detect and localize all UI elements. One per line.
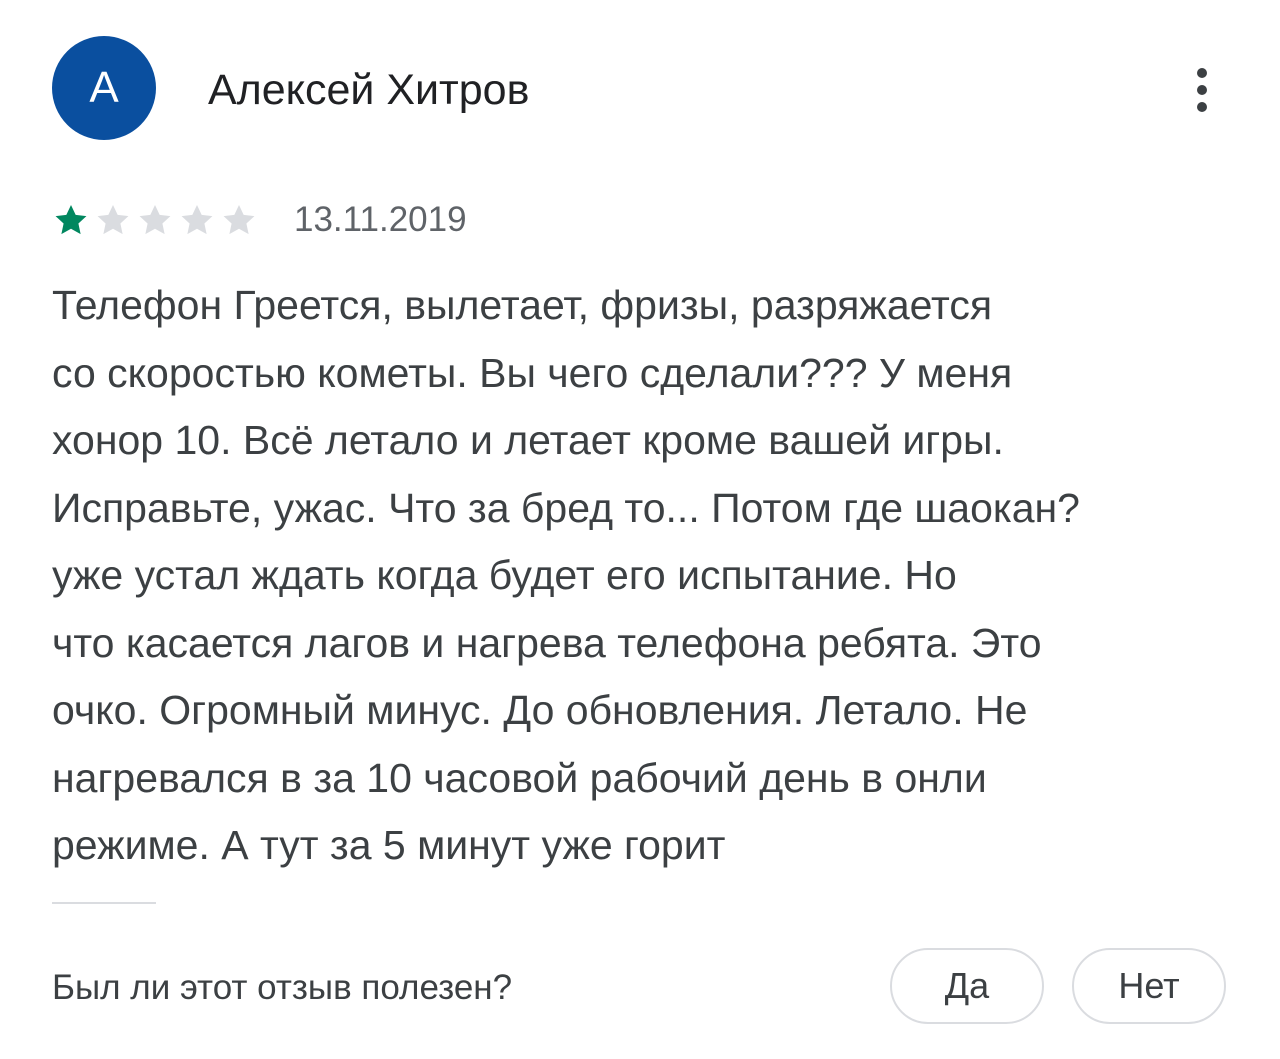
review-text-line: очко. Огромный минус. До обновления. Лет…: [52, 687, 1028, 733]
review-card: А Алексей Хитров 13.11.2019 Телефон Грее…: [0, 0, 1280, 1059]
review-text: Телефон Греется, вылетает, фризы, разряж…: [52, 272, 1242, 880]
avatar: А: [52, 36, 156, 140]
star-empty-icon: [94, 201, 132, 239]
helpful-yes-button[interactable]: Да: [890, 948, 1044, 1024]
author-name: Алексей Хитров: [208, 66, 530, 114]
review-text-line: что касается лагов и нагрева телефона ре…: [52, 619, 1042, 666]
helpful-question: Был ли этот отзыв полезен?: [52, 968, 513, 1007]
star-filled-icon: [52, 201, 90, 239]
divider: [52, 902, 156, 904]
star-empty-icon: [178, 201, 216, 239]
review-text-line: уже устал ждать когда будет его испытани…: [52, 552, 957, 598]
avatar-letter: А: [89, 63, 119, 112]
review-text-line: Телефон Греется, вылетает, фризы, разряж…: [52, 282, 993, 328]
review-text-line: хонор 10. Всё летало и летает кроме ваше…: [52, 417, 1004, 463]
review-date: 13.11.2019: [294, 200, 467, 239]
review-text-line: нагревался в за 10 часовой рабочий день …: [52, 754, 987, 801]
star-empty-icon: [220, 201, 258, 239]
review-text-line: режиме. А тут за 5 минут уже горит: [52, 822, 726, 868]
star-empty-icon: [136, 201, 174, 239]
stars-container: [52, 201, 258, 239]
review-text-line: Исправьте, ужас. Что за бред то... Потом…: [52, 484, 1080, 531]
star-rating: [52, 200, 258, 240]
review-text-line: со скоростью кометы. Вы чего сделали??? …: [52, 349, 1013, 396]
helpful-no-button[interactable]: Нет: [1072, 948, 1226, 1024]
more-vert-icon: [1197, 68, 1207, 78]
more-options-button[interactable]: [1180, 60, 1224, 120]
